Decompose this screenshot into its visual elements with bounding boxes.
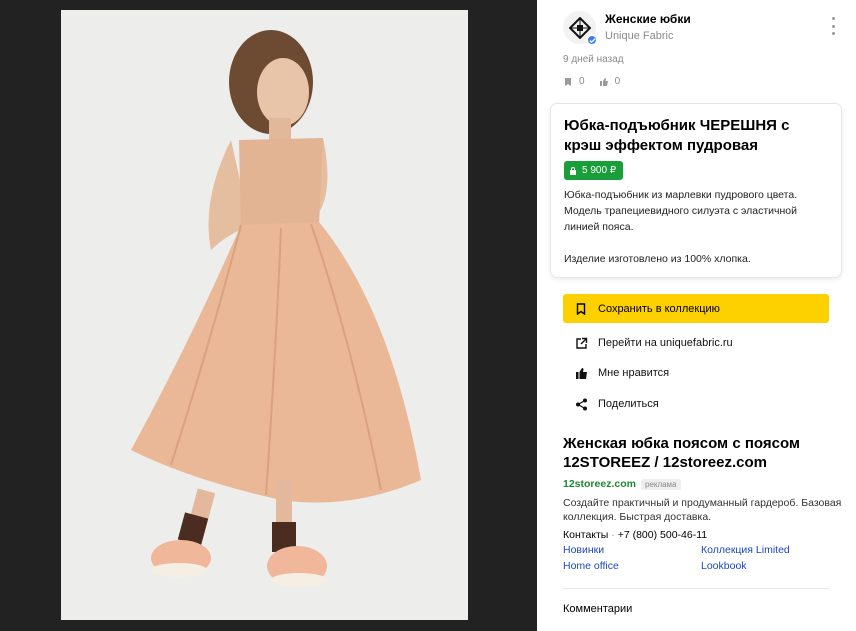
comments-heading[interactable]: Комментарии (563, 603, 632, 615)
like-button[interactable]: Мне нравится (575, 364, 669, 382)
save-button-label: Сохранить в коллекцию (598, 302, 720, 315)
likes-stat: 0 (599, 76, 621, 87)
ad-text: Создайте практичный и продуманный гардер… (563, 497, 842, 523)
visit-site-label: Перейти на uniquefabric.ru (598, 337, 733, 349)
sitelink-home-office[interactable]: Home office (563, 559, 701, 573)
share-icon (576, 398, 587, 410)
price-value: 5 900 ₽ (582, 165, 617, 176)
ad-sitelinks: Новинки Коллекция Limited Home office Lo… (563, 543, 843, 573)
ad-title[interactable]: Женская юбка поясом с поясом 12STOREEZ /… (563, 434, 843, 472)
board-author[interactable]: Женские юбки Unique Fabric (563, 11, 691, 47)
thumb-up-icon (576, 367, 587, 379)
product-photo[interactable] (61, 10, 468, 620)
product-description: Юбка-подъюбник из марлевки пудрового цве… (564, 189, 798, 233)
more-vertical-icon (831, 17, 835, 20)
product-title[interactable]: Юбка-подъюбник ЧЕРЕШНЯ с крэш эффектом п… (564, 116, 828, 156)
sitelink-collection-limited[interactable]: Коллекция Limited (701, 543, 831, 557)
ad-block: Женская юбка поясом с поясом 12STOREEZ /… (563, 434, 843, 573)
ad-phone[interactable]: +7 (800) 500-46-11 (618, 529, 707, 541)
product-card: Юбка-подъюбник ЧЕРЕШНЯ с крэш эффектом п… (551, 104, 841, 277)
board-title[interactable]: Женские юбки (605, 12, 691, 27)
external-link-icon (576, 337, 588, 349)
ad-label-badge: реклама (640, 478, 681, 490)
ad-domain-link[interactable]: 12storeez.com (563, 478, 636, 490)
ad-contacts-link[interactable]: Контакты (563, 529, 608, 541)
saves-count: 0 (579, 76, 585, 87)
pin-details-panel: Женские юбки Unique Fabric 9 дней назад … (537, 0, 856, 631)
saves-stat: 0 (563, 76, 585, 87)
save-to-collection-button[interactable]: Сохранить в коллекцию (563, 294, 829, 323)
sitelink-novinki[interactable]: Новинки (563, 543, 701, 557)
share-label: Поделиться (598, 398, 659, 410)
image-viewer (0, 0, 537, 631)
more-options-button[interactable] (830, 17, 836, 35)
like-label: Мне нравится (598, 367, 670, 379)
product-description-extra: Изделие изготовлено из 100% хлопка. (564, 253, 751, 265)
channel-avatar[interactable] (563, 11, 598, 46)
thumb-up-icon (599, 77, 608, 86)
divider (563, 588, 829, 589)
bookmark-icon (565, 77, 571, 86)
product-photo-illustration (61, 10, 468, 620)
verified-icon (586, 34, 598, 46)
bookmark-icon (576, 302, 586, 315)
channel-name[interactable]: Unique Fabric (605, 29, 691, 44)
sitelink-lookbook[interactable]: Lookbook (701, 559, 831, 573)
visit-site-button[interactable]: Перейти на uniquefabric.ru (575, 334, 733, 352)
lock-icon (570, 167, 576, 175)
pin-stats: 0 0 (563, 76, 634, 87)
publish-date: 9 дней назад (563, 54, 624, 65)
likes-count: 0 (614, 76, 621, 87)
ad-contacts: Контакты · +7 (800) 500-46-11 (563, 529, 708, 541)
price-badge[interactable]: 5 900 ₽ (564, 161, 624, 180)
share-button[interactable]: Поделиться (575, 395, 659, 413)
